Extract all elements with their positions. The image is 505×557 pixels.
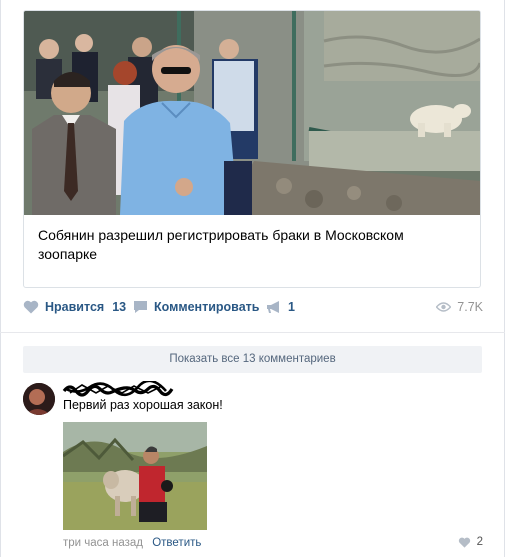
comment-like-count: 2 — [476, 536, 483, 548]
share-button[interactable]: 1 — [266, 300, 295, 314]
page-edge-left — [0, 0, 1, 557]
comment-label: Комментировать — [154, 300, 260, 314]
author-name-scribble — [62, 381, 174, 397]
comment-footer: три часа назад Ответить — [63, 537, 201, 549]
eye-icon — [436, 302, 452, 312]
heart-icon — [23, 300, 39, 314]
comment-photo-image — [63, 422, 207, 530]
article-photo[interactable] — [24, 11, 480, 215]
avatar-photo — [23, 383, 55, 415]
like-count: 13 — [112, 300, 127, 314]
share-count: 1 — [288, 300, 295, 314]
article-title[interactable]: Собянин разрешил регистрировать браки в … — [38, 226, 448, 264]
comment-icon — [134, 301, 147, 313]
comment-text: Первий раз хорошая закон! — [63, 398, 223, 412]
comment-button[interactable]: Комментировать — [133, 300, 259, 314]
heart-icon — [458, 537, 470, 548]
comment-time[interactable]: три часа назад — [63, 537, 143, 549]
views-counter: 7.7K — [436, 300, 483, 314]
megaphone-icon — [267, 301, 279, 313]
comment-photo[interactable] — [63, 422, 207, 530]
article-card[interactable]: Собянин разрешил регистрировать браки в … — [23, 10, 481, 288]
comment-like-button[interactable]: 2 — [458, 536, 483, 548]
avatar[interactable] — [23, 383, 55, 415]
reply-button[interactable]: Ответить — [152, 537, 201, 549]
post-action-bar: Нравится 13 Комментировать 1 7.7K — [0, 296, 505, 322]
show-all-comments-button[interactable]: Показать все 13 комментариев — [23, 346, 482, 373]
like-button[interactable]: Нравится 13 — [23, 300, 126, 314]
section-divider — [0, 332, 505, 333]
like-label: Нравится — [45, 300, 105, 314]
views-count: 7.7K — [457, 300, 483, 314]
